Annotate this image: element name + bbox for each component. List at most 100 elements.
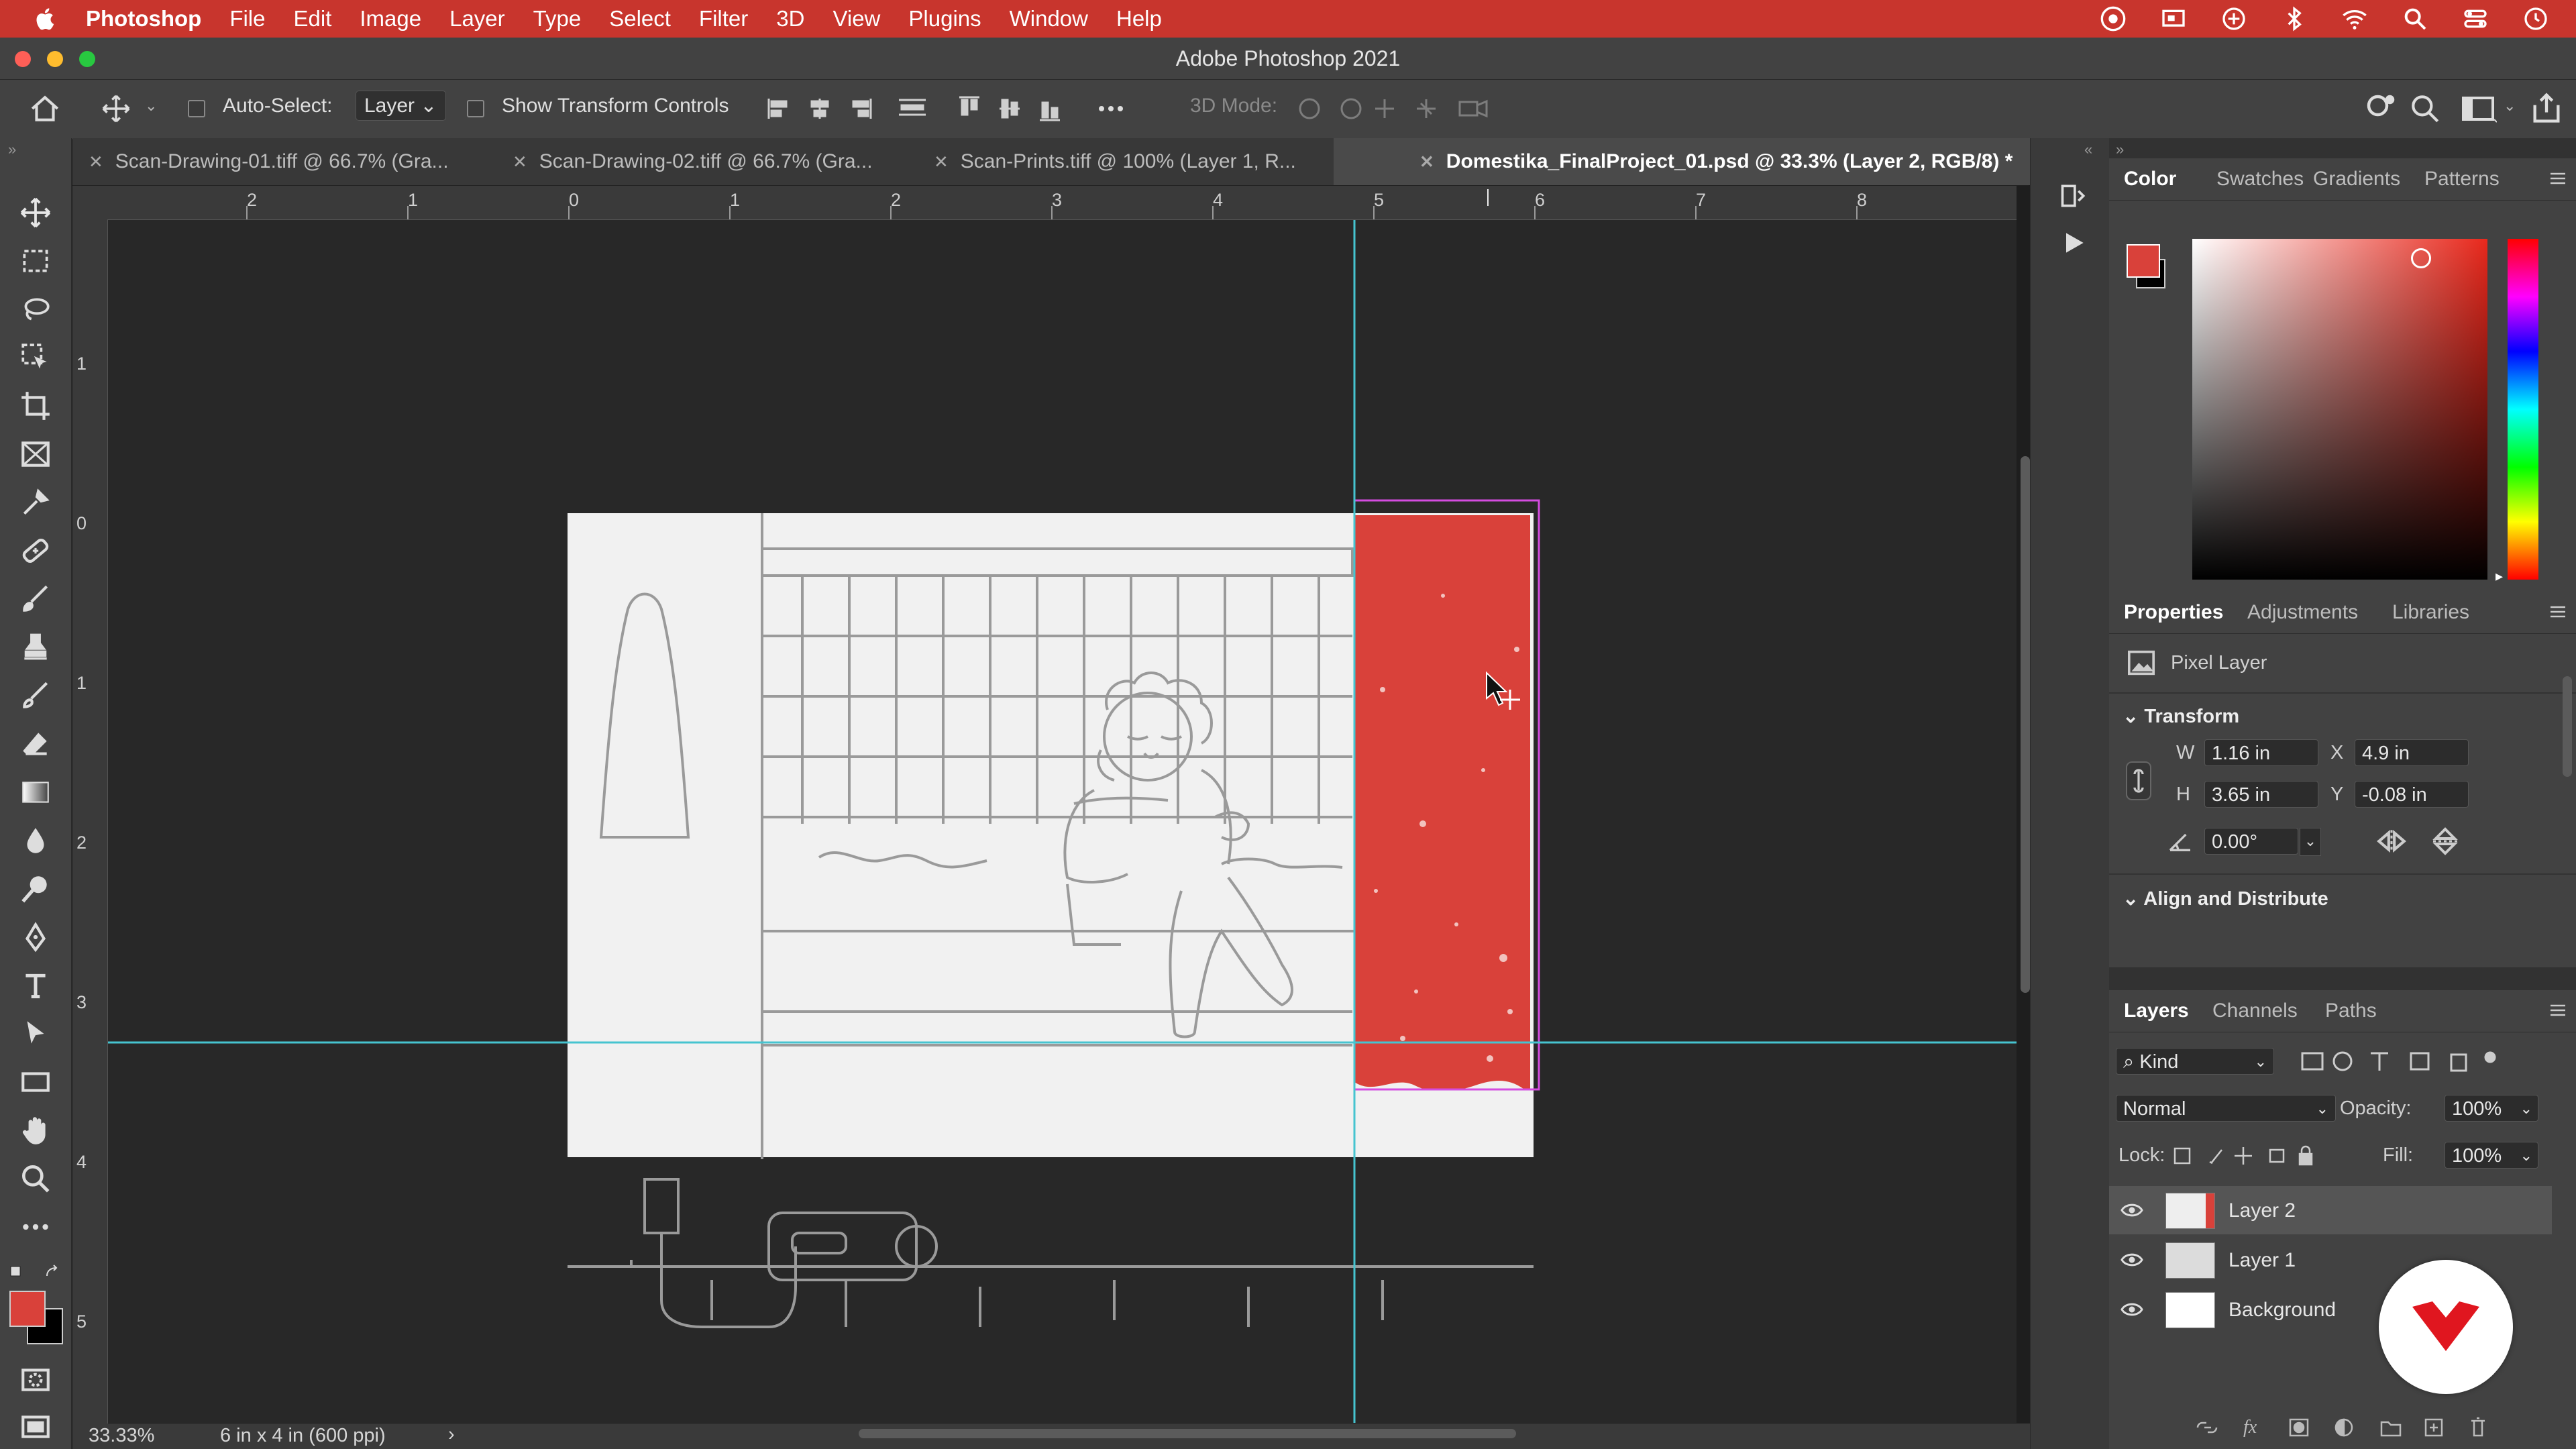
workspace-chevron-icon[interactable]: ⌄ (2504, 97, 2516, 115)
quick-mask-icon[interactable] (19, 1363, 52, 1397)
path-selection-icon[interactable] (19, 1017, 52, 1051)
wifi-icon[interactable] (2341, 5, 2368, 32)
color-field[interactable] (2192, 239, 2487, 580)
dodge-tool-icon[interactable] (19, 872, 52, 906)
auto-select-dropdown[interactable]: Layer ⌄ (356, 91, 446, 121)
tab-domestika-final-project[interactable]: ✕ Domestika_FinalProject_01.psd @ 33.3% (… (1334, 138, 2045, 185)
height-field[interactable]: 3.65 in (2204, 781, 2318, 808)
chevron-down-icon[interactable]: ⌄ (145, 97, 157, 115)
lasso-tool-icon[interactable] (19, 292, 52, 326)
close-window-button[interactable] (15, 51, 31, 67)
eraser-icon[interactable] (19, 727, 52, 761)
rectangle-tool-icon[interactable] (19, 1065, 52, 1099)
control-center-icon[interactable] (2462, 5, 2489, 32)
sync-icon[interactable] (2220, 5, 2247, 32)
canvas-area[interactable] (108, 220, 2017, 1423)
type-tool-icon[interactable] (19, 969, 52, 1002)
close-tab-icon[interactable]: ✕ (1419, 152, 1434, 172)
tab-libraries[interactable]: Libraries (2392, 592, 2469, 633)
menu-filter[interactable]: Filter (699, 6, 748, 32)
3d-mode-tools-icon[interactable] (1295, 93, 1509, 124)
menu-image[interactable]: Image (360, 6, 421, 32)
edit-toolbar-icon[interactable] (19, 1210, 52, 1244)
menu-plugins[interactable]: Plugins (908, 6, 981, 32)
blur-tool-icon[interactable] (19, 824, 52, 857)
menu-view[interactable]: View (833, 6, 880, 32)
pen-tool-icon[interactable] (19, 920, 52, 954)
width-field[interactable]: 1.16 in (2204, 739, 2318, 766)
collapse-toolbar-icon[interactable]: » (8, 141, 16, 158)
history-panel-icon[interactable] (2059, 181, 2088, 211)
creative-cloud-icon[interactable] (2100, 5, 2127, 32)
hand-tool-icon[interactable] (19, 1114, 52, 1147)
layer-row-layer-2[interactable]: Layer 2 (2109, 1186, 2552, 1234)
close-tab-icon[interactable]: ✕ (89, 152, 103, 172)
tab-scan-prints[interactable]: ✕ Scan-Prints.tiff @ 100% (Layer 1, R... (934, 138, 1403, 185)
show-transform-controls-checkbox[interactable] (467, 100, 484, 117)
object-selection-icon[interactable] (19, 341, 52, 374)
collapse-panels-icon[interactable]: » (2116, 141, 2124, 158)
panel-menu-icon[interactable] (2548, 604, 2568, 620)
layer-filter-dropdown[interactable]: ⌕ Kind ⌄ (2116, 1048, 2274, 1075)
tab-properties[interactable]: Properties (2124, 592, 2223, 633)
horizontal-ruler[interactable]: 2 1 0 1 2 3 4 5 6 7 8 (72, 186, 2017, 220)
zoom-tool-icon[interactable] (19, 1162, 52, 1195)
hue-slider-handle-icon[interactable]: ▸ (2496, 568, 2503, 585)
menu-edit[interactable]: Edit (294, 6, 332, 32)
properties-scrollbar[interactable] (2563, 676, 2572, 777)
close-tab-icon[interactable]: ✕ (934, 152, 949, 172)
tab-scan-drawing-01[interactable]: ✕ Scan-Drawing-01.tiff @ 66.7% (Gra... (89, 138, 491, 185)
clone-stamp-icon[interactable] (19, 631, 52, 664)
bluetooth-icon[interactable] (2281, 5, 2308, 32)
opacity-field[interactable]: 100% ⌄ (2445, 1095, 2538, 1122)
tab-gradients[interactable]: Gradients (2313, 158, 2400, 200)
share-icon[interactable] (2529, 91, 2564, 125)
blend-mode-dropdown[interactable]: Normal ⌄ (2116, 1095, 2336, 1122)
y-field[interactable]: -0.08 in (2355, 781, 2469, 808)
screen-mode-icon[interactable] (19, 1410, 52, 1444)
horizontal-scrollbar[interactable] (859, 1429, 1516, 1438)
color-picker-marker[interactable] (2411, 248, 2431, 268)
expand-dock-icon[interactable]: « (2084, 141, 2092, 158)
workspace-icon[interactable] (2459, 92, 2497, 125)
eyedropper-icon[interactable] (19, 486, 52, 519)
more-options-icon[interactable] (1097, 93, 1124, 124)
rectangular-marquee-icon[interactable] (19, 244, 52, 278)
menu-file[interactable]: File (229, 6, 265, 32)
foreground-color-swatch[interactable] (9, 1291, 46, 1327)
link-dimensions-icon[interactable] (2125, 761, 2152, 801)
screen-share-icon[interactable] (2160, 5, 2187, 32)
x-field[interactable]: 4.9 in (2355, 739, 2469, 766)
spotlight-search-icon[interactable] (2402, 5, 2428, 32)
close-tab-icon[interactable]: ✕ (513, 152, 527, 172)
align-distribute-section-toggle[interactable]: ⌄ Align and Distribute (2123, 887, 2328, 910)
swap-colors-icon[interactable] (9, 1263, 63, 1283)
gradient-tool-icon[interactable] (19, 775, 52, 809)
frame-tool-icon[interactable] (19, 437, 52, 471)
tab-channels[interactable]: Channels (2212, 990, 2298, 1032)
healing-brush-icon[interactable] (19, 534, 52, 568)
visibility-eye-icon[interactable] (2120, 1299, 2144, 1320)
vertical-ruler[interactable]: 1 0 1 2 3 4 5 (72, 219, 108, 1424)
hue-slider[interactable] (2508, 239, 2538, 580)
lock-options-icons[interactable] (2169, 1142, 2317, 1169)
history-brush-icon[interactable] (19, 679, 52, 712)
clock-icon[interactable] (2522, 5, 2549, 32)
move-tool-preset-icon[interactable] (101, 93, 131, 124)
auto-select-checkbox[interactable] (188, 100, 205, 117)
tab-adjustments[interactable]: Adjustments (2247, 592, 2358, 633)
crop-tool-icon[interactable] (19, 389, 52, 423)
layer-filter-icons[interactable] (2296, 1048, 2564, 1075)
visibility-eye-icon[interactable] (2120, 1199, 2144, 1221)
tab-color[interactable]: Color (2124, 158, 2176, 200)
fill-field[interactable]: 100% ⌄ (2445, 1142, 2538, 1169)
search-icon[interactable] (2408, 92, 2442, 125)
menu-window[interactable]: Window (1010, 6, 1088, 32)
menu-layer[interactable]: Layer (449, 6, 505, 32)
zoom-level[interactable]: 33.33% (89, 1425, 154, 1447)
panel-menu-icon[interactable] (2548, 1002, 2568, 1018)
transform-section-toggle[interactable]: ⌄ Transform (2123, 704, 2239, 728)
status-chevron-icon[interactable]: › (448, 1424, 455, 1446)
menu-type[interactable]: Type (533, 6, 582, 32)
tab-paths[interactable]: Paths (2325, 990, 2377, 1032)
